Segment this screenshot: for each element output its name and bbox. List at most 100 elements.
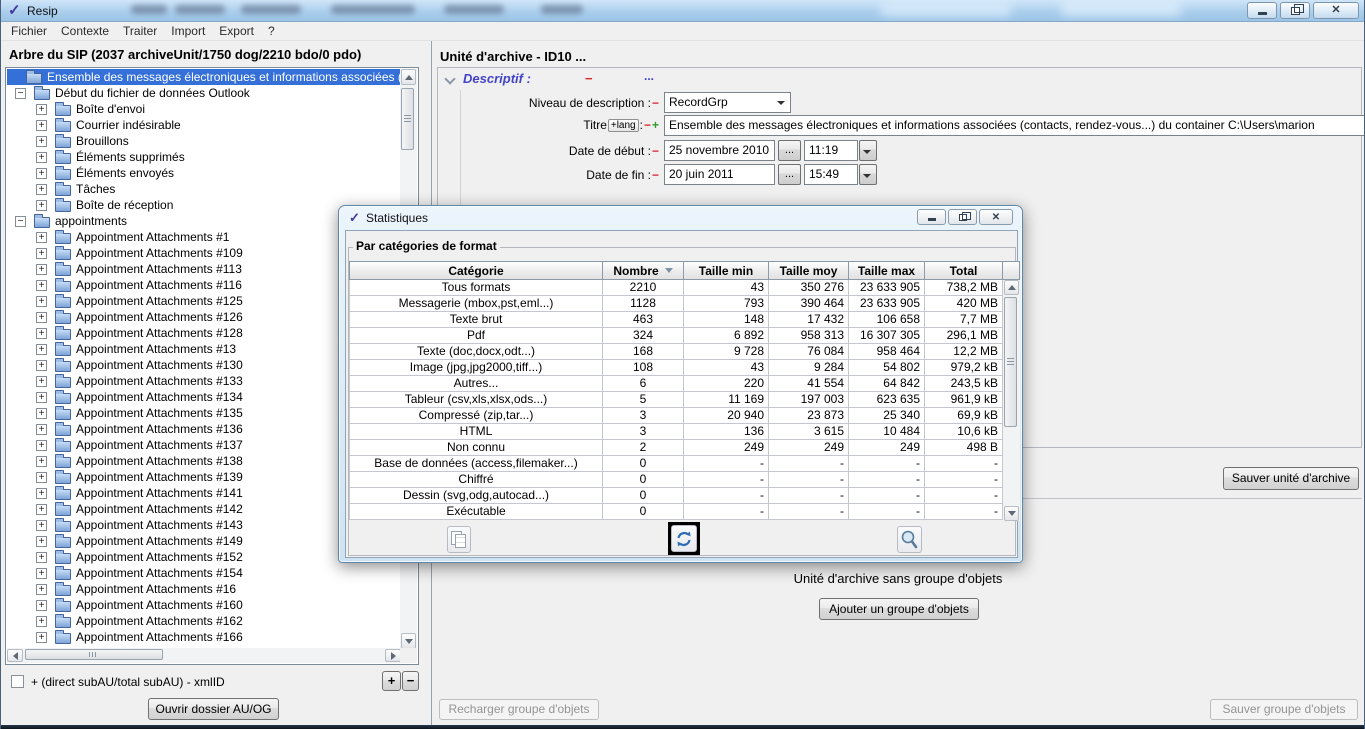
dialog-close-button[interactable]: ✕ <box>979 209 1013 225</box>
scrollbar-thumb[interactable] <box>401 88 414 150</box>
time-fin-dropdown-button[interactable] <box>859 164 877 185</box>
date-debut-picker-button[interactable]: ... <box>778 140 801 161</box>
expand-expander-icon[interactable]: + <box>36 600 47 611</box>
niveau-combobox[interactable]: RecordGrp <box>664 92 791 113</box>
expand-expander-icon[interactable]: + <box>36 104 47 115</box>
collapse-expander-icon[interactable]: − <box>15 88 26 99</box>
save-archive-unit-button[interactable]: Sauver unité d'archive <box>1223 467 1359 490</box>
scroll-down-button[interactable] <box>1004 506 1019 521</box>
expand-expander-icon[interactable]: + <box>36 616 47 627</box>
table-row[interactable]: Compressé (zip,tar...)320 94023 87325 34… <box>349 408 1003 424</box>
menu-item-traiter[interactable]: Traiter <box>116 22 164 40</box>
menu-item-contexte[interactable]: Contexte <box>54 22 116 40</box>
add-lang-button[interactable]: +lang <box>608 119 639 132</box>
table-row[interactable]: Texte brut46314817 432106 6587,7 MB <box>349 312 1003 328</box>
minimize-button[interactable] <box>1247 2 1277 19</box>
scroll-down-button[interactable] <box>401 633 416 649</box>
table-row[interactable]: Tableur (csv,xls,xlsx,ods...)511 169197 … <box>349 392 1003 408</box>
remove-descriptif-icon[interactable]: − <box>585 71 593 86</box>
add-object-group-button[interactable]: Ajouter un groupe d'objets <box>819 598 979 620</box>
expand-expander-icon[interactable]: + <box>36 584 47 595</box>
table-row[interactable]: Exécutable0---- <box>349 504 1003 520</box>
table-row[interactable]: Messagerie (mbox,pst,eml...)1128793390 4… <box>349 296 1003 312</box>
tree-item[interactable]: +Appointment Attachments #162 <box>7 613 401 629</box>
open-au-og-folder-button[interactable]: Ouvrir dossier AU/OG <box>148 698 279 720</box>
expand-expander-icon[interactable]: + <box>36 488 47 499</box>
expand-expander-icon[interactable]: + <box>36 120 47 131</box>
tree-item[interactable]: +Appointment Attachments #16 <box>7 581 401 597</box>
date-fin-picker-button[interactable]: ... <box>778 164 801 185</box>
column-header-nombre[interactable]: Nombre <box>603 261 684 280</box>
scrollbar-thumb[interactable] <box>25 649 163 660</box>
table-vertical-scrollbar[interactable] <box>1003 280 1020 521</box>
titre-input[interactable]: Ensemble des messages électroniques et i… <box>664 115 1365 136</box>
expand-expander-icon[interactable]: + <box>36 536 47 547</box>
tree-item[interactable]: +Boîte d'envoi <box>7 101 401 117</box>
column-header-cat-gorie[interactable]: Catégorie <box>349 261 603 280</box>
dialog-minimize-button[interactable] <box>917 209 946 225</box>
tree-item[interactable]: Ensemble des messages électroniques et i… <box>7 69 401 85</box>
expand-expander-icon[interactable]: + <box>36 456 47 467</box>
remove-field-icon[interactable]: − <box>652 144 659 158</box>
tree-item[interactable]: +Appointment Attachments #160 <box>7 597 401 613</box>
expand-all-button[interactable]: + <box>382 671 401 691</box>
expand-expander-icon[interactable]: + <box>36 264 47 275</box>
add-field-icon[interactable]: + <box>652 118 659 132</box>
save-object-group-button[interactable]: Sauver groupe d'objets <box>1210 699 1358 720</box>
menu-item-help[interactable]: ? <box>261 22 282 40</box>
copy-to-clipboard-button[interactable] <box>447 526 471 553</box>
refresh-button[interactable] <box>671 525 697 552</box>
scrollbar-thumb[interactable] <box>1004 297 1017 427</box>
tree-item[interactable]: −Début du fichier de données Outlook <box>7 85 401 101</box>
column-header-taille-max[interactable]: Taille max <box>849 261 925 280</box>
date-fin-input[interactable]: 20 juin 2011 <box>664 164 775 185</box>
expand-expander-icon[interactable]: + <box>36 472 47 483</box>
menu-item-fichier[interactable]: Fichier <box>4 22 54 40</box>
expand-expander-icon[interactable]: + <box>36 168 47 179</box>
table-row[interactable]: Base de données (access,filemaker...)0--… <box>349 456 1003 472</box>
menu-item-import[interactable]: Import <box>164 22 212 40</box>
expand-expander-icon[interactable]: + <box>36 312 47 323</box>
tree-item[interactable]: +Tâches <box>7 181 401 197</box>
tree-item[interactable]: +Courrier indésirable <box>7 117 401 133</box>
scroll-left-button[interactable] <box>7 649 23 662</box>
table-row[interactable]: Dessin (svg,odg,autocad...)0---- <box>349 488 1003 504</box>
expand-expander-icon[interactable]: + <box>36 360 47 371</box>
expand-expander-icon[interactable]: + <box>36 552 47 563</box>
tree-item[interactable]: +Éléments supprimés <box>7 149 401 165</box>
expand-expander-icon[interactable]: + <box>36 136 47 147</box>
restore-button[interactable] <box>1280 2 1310 19</box>
collapse-expander-icon[interactable]: − <box>15 216 26 227</box>
expand-expander-icon[interactable]: + <box>36 392 47 403</box>
expand-expander-icon[interactable]: + <box>36 632 47 643</box>
tree-item[interactable]: +Éléments envoyés <box>7 165 401 181</box>
collapse-all-button[interactable]: − <box>402 671 419 691</box>
expand-expander-icon[interactable]: + <box>36 200 47 211</box>
menu-item-export[interactable]: Export <box>212 22 261 40</box>
expand-expander-icon[interactable]: + <box>36 440 47 451</box>
remove-field-icon[interactable]: − <box>652 168 659 182</box>
time-debut-dropdown-button[interactable] <box>859 140 877 161</box>
column-header-taille-min[interactable]: Taille min <box>684 261 769 280</box>
expand-expander-icon[interactable]: + <box>36 408 47 419</box>
tree-horizontal-scrollbar[interactable] <box>7 648 401 663</box>
reload-object-group-button[interactable]: Recharger groupe d'objets <box>439 699 599 720</box>
date-debut-input[interactable]: 25 novembre 2010 <box>664 140 775 161</box>
expand-expander-icon[interactable]: + <box>36 184 47 195</box>
expand-expander-icon[interactable]: + <box>36 568 47 579</box>
expand-expander-icon[interactable]: + <box>36 248 47 259</box>
expand-expander-icon[interactable]: + <box>36 376 47 387</box>
time-debut-input[interactable]: 11:19 <box>804 140 858 161</box>
scroll-up-button[interactable] <box>401 69 416 85</box>
tree-item[interactable]: +Brouillons <box>7 133 401 149</box>
expand-expander-icon[interactable]: + <box>36 328 47 339</box>
expand-expander-icon[interactable]: + <box>36 280 47 291</box>
table-row[interactable]: Tous formats221043350 27623 633 905738,2… <box>349 280 1003 296</box>
dialog-restore-button[interactable] <box>948 209 977 225</box>
table-row[interactable]: Pdf3246 892958 31316 307 305296,1 MB <box>349 328 1003 344</box>
table-row[interactable]: Image (jpg,jpg2000,tiff...)108439 28454 … <box>349 360 1003 376</box>
expand-expander-icon[interactable]: + <box>36 504 47 515</box>
remove-field-icon[interactable]: − <box>652 96 659 110</box>
column-header-taille-moy[interactable]: Taille moy <box>769 261 849 280</box>
remove-field-icon[interactable]: − <box>644 118 651 132</box>
